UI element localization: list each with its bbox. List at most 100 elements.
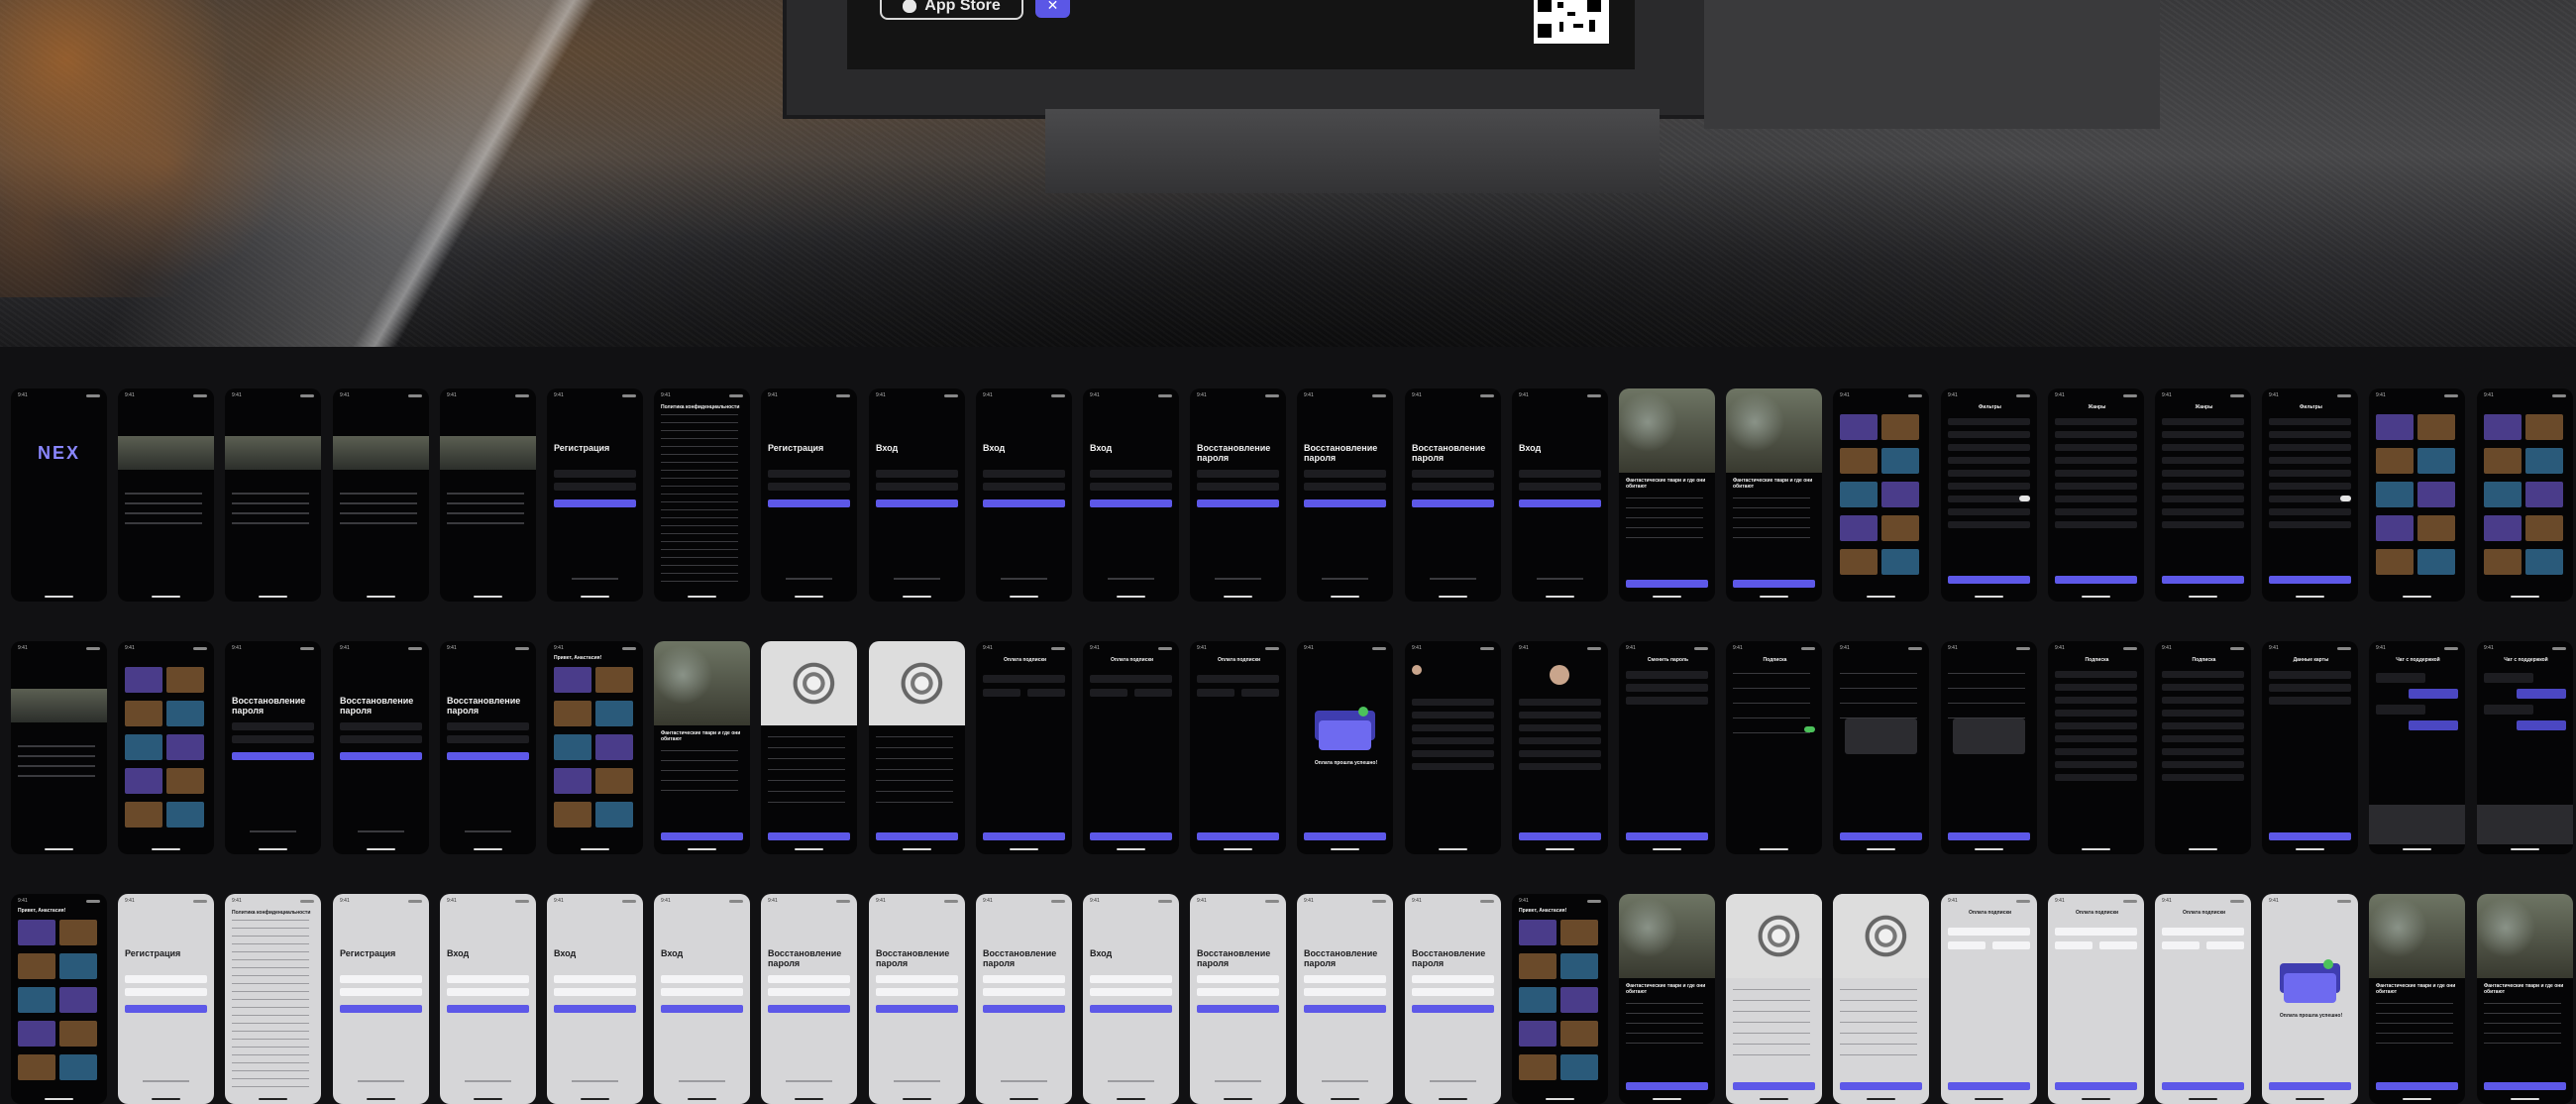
primary-button[interactable] <box>661 1005 743 1013</box>
phone-screen[interactable]: 9:41 Жанры <box>2048 388 2144 602</box>
movie-thumb[interactable] <box>595 768 633 794</box>
option-row[interactable] <box>2269 457 2351 464</box>
option-row[interactable] <box>2162 418 2244 425</box>
option-row[interactable] <box>1948 521 2030 528</box>
phone-screen[interactable]: 9:41 Восстановление пароля <box>1297 894 1393 1104</box>
option-row[interactable] <box>2269 521 2351 528</box>
phone-screen[interactable]: 9:41 <box>225 388 321 602</box>
primary-button[interactable] <box>340 752 422 760</box>
watch-button[interactable] <box>1626 1082 1708 1090</box>
primary-button[interactable] <box>1304 499 1386 507</box>
watch-button[interactable] <box>1733 580 1815 588</box>
phone-screen[interactable]: 9:41 Оплата подписки <box>2155 894 2251 1104</box>
movie-thumb[interactable] <box>2417 549 2455 575</box>
phone-screen[interactable]: 9:41 Подписка <box>2048 641 2144 854</box>
movie-thumb[interactable] <box>2525 482 2563 507</box>
primary-button[interactable] <box>876 1005 958 1013</box>
pay-button[interactable] <box>1948 1082 2030 1090</box>
phone-screen[interactable]: 9:41 Привет, Анастасия! <box>547 641 643 854</box>
apply-button[interactable] <box>2055 576 2137 584</box>
phone-screen[interactable]: 9:41 <box>761 641 857 854</box>
primary-button[interactable] <box>447 1005 529 1013</box>
movie-thumb[interactable] <box>1840 515 1878 541</box>
phone-screen[interactable]: 9:41 Жанры <box>2155 388 2251 602</box>
phone-screen[interactable]: 9:41 Подписка <box>2155 641 2251 854</box>
option-row[interactable] <box>2055 444 2137 451</box>
movie-thumb[interactable] <box>2484 448 2522 474</box>
option-row[interactable] <box>2162 697 2244 704</box>
movie-thumb[interactable] <box>166 802 204 828</box>
option-row[interactable] <box>2162 671 2244 678</box>
primary-button[interactable] <box>1519 499 1601 507</box>
phone-screen[interactable]: 9:41 Восстановление пароля <box>1405 894 1501 1104</box>
option-row[interactable] <box>2055 508 2137 515</box>
movie-thumb[interactable] <box>595 701 633 726</box>
profile-row[interactable] <box>1412 712 1494 718</box>
phone-screen[interactable]: 9:41 <box>1833 388 1929 602</box>
movie-thumb[interactable] <box>2525 515 2563 541</box>
option-row[interactable] <box>2055 671 2137 678</box>
primary-button[interactable] <box>1304 1005 1386 1013</box>
apply-button[interactable] <box>1948 576 2030 584</box>
movie-thumb[interactable] <box>1519 987 1556 1013</box>
phone-screen[interactable]: 9:41 NEX <box>11 388 107 602</box>
phone-screen[interactable]: 9:41Фантастические твари и где они обита… <box>2477 894 2573 1104</box>
movie-thumb[interactable] <box>2484 482 2522 507</box>
option-row[interactable] <box>2162 684 2244 691</box>
option-row[interactable] <box>2269 431 2351 438</box>
phone-screen[interactable]: 9:41 Оплата подписки <box>2048 894 2144 1104</box>
phone-screen[interactable]: 9:41 Привет, Анастасия! <box>1512 894 1608 1104</box>
option-row[interactable] <box>2269 483 2351 490</box>
profile-row[interactable] <box>1519 737 1601 744</box>
movie-thumb[interactable] <box>2484 414 2522 440</box>
phone-screen[interactable]: 9:41 <box>1405 641 1501 854</box>
option-row[interactable] <box>2055 761 2137 768</box>
phone-screen[interactable]: 9:41 Вход <box>1083 388 1179 602</box>
phone-screen[interactable]: 9:41 Восстановление пароля <box>1297 388 1393 602</box>
phone-screen[interactable]: 9:41 Политика конфиденциальности <box>654 388 750 602</box>
option-row[interactable] <box>2055 483 2137 490</box>
phone-screen[interactable]: 9:41 Чат с поддержкой <box>2369 641 2465 854</box>
movie-thumb[interactable] <box>1840 549 1878 575</box>
primary-button[interactable] <box>1090 1005 1172 1013</box>
phone-screen[interactable]: 9:41 Восстановление пароля <box>225 641 321 854</box>
pay-button[interactable] <box>1197 832 1279 840</box>
movie-thumb[interactable] <box>1519 920 1556 945</box>
phone-screen[interactable]: 9:41 Фильтры <box>1941 388 2037 602</box>
movie-thumb[interactable] <box>18 987 55 1013</box>
option-row[interactable] <box>2055 774 2137 781</box>
movie-thumb[interactable] <box>125 734 162 760</box>
profile-row[interactable] <box>1519 699 1601 706</box>
phone-screen[interactable]: 9:41 Вход <box>976 388 1072 602</box>
phone-screen[interactable]: 9:41 <box>1833 894 1929 1104</box>
phone-screen[interactable]: 9:41 Восстановление пароля <box>869 894 965 1104</box>
movie-thumb[interactable] <box>1881 482 1919 507</box>
phone-screen[interactable]: 9:41 Регистрация <box>333 894 429 1104</box>
movie-thumb[interactable] <box>1519 953 1556 979</box>
movie-thumb[interactable] <box>59 1054 97 1080</box>
movie-thumb[interactable] <box>1840 448 1878 474</box>
primary-button[interactable] <box>983 1005 1065 1013</box>
option-row[interactable] <box>2162 483 2244 490</box>
option-row[interactable] <box>2269 470 2351 477</box>
phone-screen[interactable]: 9:41 <box>1833 641 1929 854</box>
done-button[interactable] <box>1304 832 1386 840</box>
option-row[interactable] <box>1948 418 2030 425</box>
movie-thumb[interactable] <box>125 802 162 828</box>
option-row[interactable] <box>2162 774 2244 781</box>
movie-thumb[interactable] <box>125 667 162 693</box>
phone-screen[interactable]: 9:41 Чат с поддержкой <box>2477 641 2573 854</box>
phone-screen[interactable]: 9:41Фантастические твари и где они обита… <box>654 641 750 854</box>
primary-button[interactable] <box>340 1005 422 1013</box>
profile-row[interactable] <box>1519 763 1601 770</box>
phone-screen[interactable]: 9:41 <box>1726 894 1822 1104</box>
phone-screen[interactable]: 9:41 Оплата подписки <box>1941 894 2037 1104</box>
movie-thumb[interactable] <box>166 768 204 794</box>
option-row[interactable] <box>2162 496 2244 502</box>
profile-row[interactable] <box>1412 699 1494 706</box>
option-row[interactable] <box>2162 722 2244 729</box>
option-row[interactable] <box>1948 431 2030 438</box>
movie-thumb[interactable] <box>18 1054 55 1080</box>
phone-screen[interactable]: 9:41 <box>118 641 214 854</box>
primary-button[interactable] <box>876 499 958 507</box>
